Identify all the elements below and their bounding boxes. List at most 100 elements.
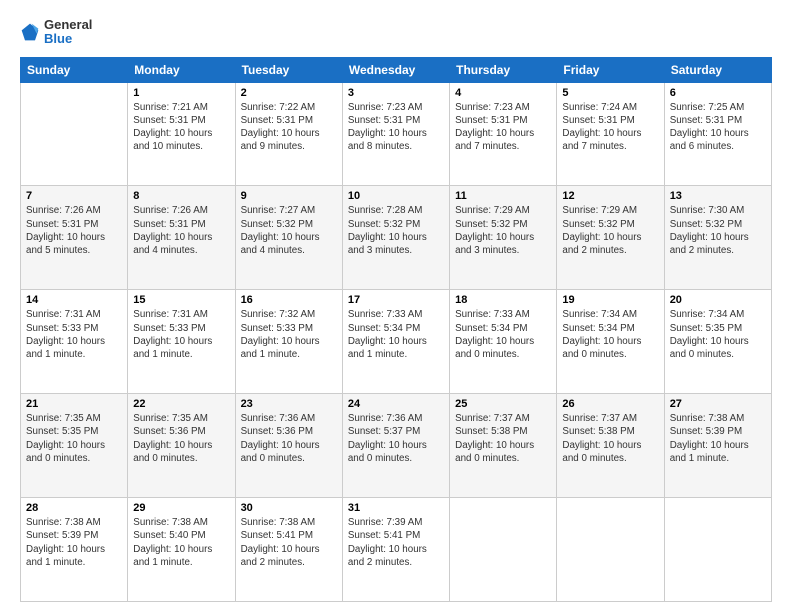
day-info: Sunrise: 7:29 AM Sunset: 5:32 PM Dayligh… [455, 204, 551, 257]
day-number: 30 [241, 502, 337, 514]
day-info: Sunrise: 7:31 AM Sunset: 5:33 PM Dayligh… [133, 308, 229, 361]
day-number: 29 [133, 502, 229, 514]
day-info: Sunrise: 7:22 AM Sunset: 5:31 PM Dayligh… [241, 101, 337, 154]
day-info: Sunrise: 7:23 AM Sunset: 5:31 PM Dayligh… [348, 101, 444, 154]
day-info: Sunrise: 7:38 AM Sunset: 5:40 PM Dayligh… [133, 516, 229, 569]
day-info: Sunrise: 7:36 AM Sunset: 5:36 PM Dayligh… [241, 412, 337, 465]
day-info: Sunrise: 7:33 AM Sunset: 5:34 PM Dayligh… [455, 308, 551, 361]
table-row: 20 Sunrise: 7:34 AM Sunset: 5:35 PM Dayli… [664, 290, 771, 394]
day-info: Sunrise: 7:35 AM Sunset: 5:35 PM Dayligh… [26, 412, 122, 465]
table-row: 31Sunrise: 7:39 AM Sunset: 5:41 PM Dayli… [342, 498, 449, 602]
day-info: Sunrise: 7:34 AM Sunset: 5:35 PM Dayligh… [670, 308, 766, 361]
day-number: 27 [670, 398, 766, 410]
day-number: 16 [241, 294, 337, 306]
table-row: 16 Sunrise: 7:32 AM Sunset: 5:33 PM Dayli… [235, 290, 342, 394]
day-number: 19 [562, 294, 658, 306]
day-number: 6 [670, 87, 766, 99]
col-header-wednesday: Wednesday [342, 57, 449, 82]
table-row: 21 Sunrise: 7:35 AM Sunset: 5:35 PM Dayli… [21, 394, 128, 498]
table-row: 1Sunrise: 7:21 AM Sunset: 5:31 PM Daylig… [128, 82, 235, 186]
table-row: 3 Sunrise: 7:23 AM Sunset: 5:31 PM Daylig… [342, 82, 449, 186]
table-row [664, 498, 771, 602]
day-number: 24 [348, 398, 444, 410]
day-number: 18 [455, 294, 551, 306]
table-row [450, 498, 557, 602]
day-info: Sunrise: 7:29 AM Sunset: 5:32 PM Dayligh… [562, 204, 658, 257]
table-row: 27 Sunrise: 7:38 AM Sunset: 5:39 PM Dayli… [664, 394, 771, 498]
col-header-tuesday: Tuesday [235, 57, 342, 82]
day-number: 25 [455, 398, 551, 410]
table-row: 26 Sunrise: 7:37 AM Sunset: 5:38 PM Dayli… [557, 394, 664, 498]
day-info: Sunrise: 7:38 AM Sunset: 5:39 PM Dayligh… [26, 516, 122, 569]
day-info: Sunrise: 7:26 AM Sunset: 5:31 PM Dayligh… [133, 204, 229, 257]
day-number: 4 [455, 87, 551, 99]
day-info: Sunrise: 7:27 AM Sunset: 5:32 PM Dayligh… [241, 204, 337, 257]
day-number: 13 [670, 190, 766, 202]
table-row: 24 Sunrise: 7:36 AM Sunset: 5:37 PM Dayli… [342, 394, 449, 498]
day-info: Sunrise: 7:39 AM Sunset: 5:41 PM Dayligh… [348, 516, 444, 569]
day-info: Sunrise: 7:28 AM Sunset: 5:32 PM Dayligh… [348, 204, 444, 257]
table-row: 19 Sunrise: 7:34 AM Sunset: 5:34 PM Dayli… [557, 290, 664, 394]
col-header-friday: Friday [557, 57, 664, 82]
day-number: 26 [562, 398, 658, 410]
day-info: Sunrise: 7:36 AM Sunset: 5:37 PM Dayligh… [348, 412, 444, 465]
day-number: 7 [26, 190, 122, 202]
page: General Blue SundayMondayTuesdayWednesda… [0, 0, 792, 612]
day-number: 28 [26, 502, 122, 514]
day-info: Sunrise: 7:30 AM Sunset: 5:32 PM Dayligh… [670, 204, 766, 257]
table-row: 11Sunrise: 7:29 AM Sunset: 5:32 PM Dayli… [450, 186, 557, 290]
table-row: 15Sunrise: 7:31 AM Sunset: 5:33 PM Dayli… [128, 290, 235, 394]
table-row: 2 Sunrise: 7:22 AM Sunset: 5:31 PM Daylig… [235, 82, 342, 186]
table-row: 6 Sunrise: 7:25 AM Sunset: 5:31 PM Daylig… [664, 82, 771, 186]
day-number: 21 [26, 398, 122, 410]
day-info: Sunrise: 7:34 AM Sunset: 5:34 PM Dayligh… [562, 308, 658, 361]
day-info: Sunrise: 7:38 AM Sunset: 5:39 PM Dayligh… [670, 412, 766, 465]
table-row: 4 Sunrise: 7:23 AM Sunset: 5:31 PM Daylig… [450, 82, 557, 186]
day-info: Sunrise: 7:32 AM Sunset: 5:33 PM Dayligh… [241, 308, 337, 361]
table-row: 7 Sunrise: 7:26 AM Sunset: 5:31 PM Daylig… [21, 186, 128, 290]
table-row: 9 Sunrise: 7:27 AM Sunset: 5:32 PM Daylig… [235, 186, 342, 290]
table-row: 14Sunrise: 7:31 AM Sunset: 5:33 PM Dayli… [21, 290, 128, 394]
col-header-saturday: Saturday [664, 57, 771, 82]
col-header-sunday: Sunday [21, 57, 128, 82]
day-number: 9 [241, 190, 337, 202]
table-row [21, 82, 128, 186]
logo-text: General Blue [44, 18, 92, 47]
day-number: 20 [670, 294, 766, 306]
day-info: Sunrise: 7:31 AM Sunset: 5:33 PM Dayligh… [26, 308, 122, 361]
day-info: Sunrise: 7:35 AM Sunset: 5:36 PM Dayligh… [133, 412, 229, 465]
table-row: 8 Sunrise: 7:26 AM Sunset: 5:31 PM Daylig… [128, 186, 235, 290]
table-row: 29 Sunrise: 7:38 AM Sunset: 5:40 PM Dayli… [128, 498, 235, 602]
day-info: Sunrise: 7:25 AM Sunset: 5:31 PM Dayligh… [670, 101, 766, 154]
table-row: 13 Sunrise: 7:30 AM Sunset: 5:32 PM Dayli… [664, 186, 771, 290]
day-number: 3 [348, 87, 444, 99]
table-row: 30Sunrise: 7:38 AM Sunset: 5:41 PM Dayli… [235, 498, 342, 602]
day-number: 2 [241, 87, 337, 99]
table-row: 28 Sunrise: 7:38 AM Sunset: 5:39 PM Dayli… [21, 498, 128, 602]
day-number: 5 [562, 87, 658, 99]
table-row: 18 Sunrise: 7:33 AM Sunset: 5:34 PM Dayli… [450, 290, 557, 394]
day-number: 10 [348, 190, 444, 202]
day-info: Sunrise: 7:37 AM Sunset: 5:38 PM Dayligh… [455, 412, 551, 465]
table-row: 25 Sunrise: 7:37 AM Sunset: 5:38 PM Dayli… [450, 394, 557, 498]
day-info: Sunrise: 7:33 AM Sunset: 5:34 PM Dayligh… [348, 308, 444, 361]
table-row: 5Sunrise: 7:24 AM Sunset: 5:31 PM Daylig… [557, 82, 664, 186]
day-number: 23 [241, 398, 337, 410]
table-row: 12 Sunrise: 7:29 AM Sunset: 5:32 PM Dayli… [557, 186, 664, 290]
day-info: Sunrise: 7:37 AM Sunset: 5:38 PM Dayligh… [562, 412, 658, 465]
day-info: Sunrise: 7:23 AM Sunset: 5:31 PM Dayligh… [455, 101, 551, 154]
col-header-monday: Monday [128, 57, 235, 82]
calendar-table: SundayMondayTuesdayWednesdayThursdayFrid… [20, 57, 772, 602]
table-row [557, 498, 664, 602]
header: General Blue [20, 18, 772, 47]
day-number: 17 [348, 294, 444, 306]
day-number: 1 [133, 87, 229, 99]
day-number: 8 [133, 190, 229, 202]
table-row: 17 Sunrise: 7:33 AM Sunset: 5:34 PM Dayli… [342, 290, 449, 394]
day-info: Sunrise: 7:26 AM Sunset: 5:31 PM Dayligh… [26, 204, 122, 257]
table-row: 10 Sunrise: 7:28 AM Sunset: 5:32 PM Dayli… [342, 186, 449, 290]
table-row: 22Sunrise: 7:35 AM Sunset: 5:36 PM Dayli… [128, 394, 235, 498]
table-row: 23 Sunrise: 7:36 AM Sunset: 5:36 PM Dayli… [235, 394, 342, 498]
day-number: 12 [562, 190, 658, 202]
logo: General Blue [20, 18, 92, 47]
